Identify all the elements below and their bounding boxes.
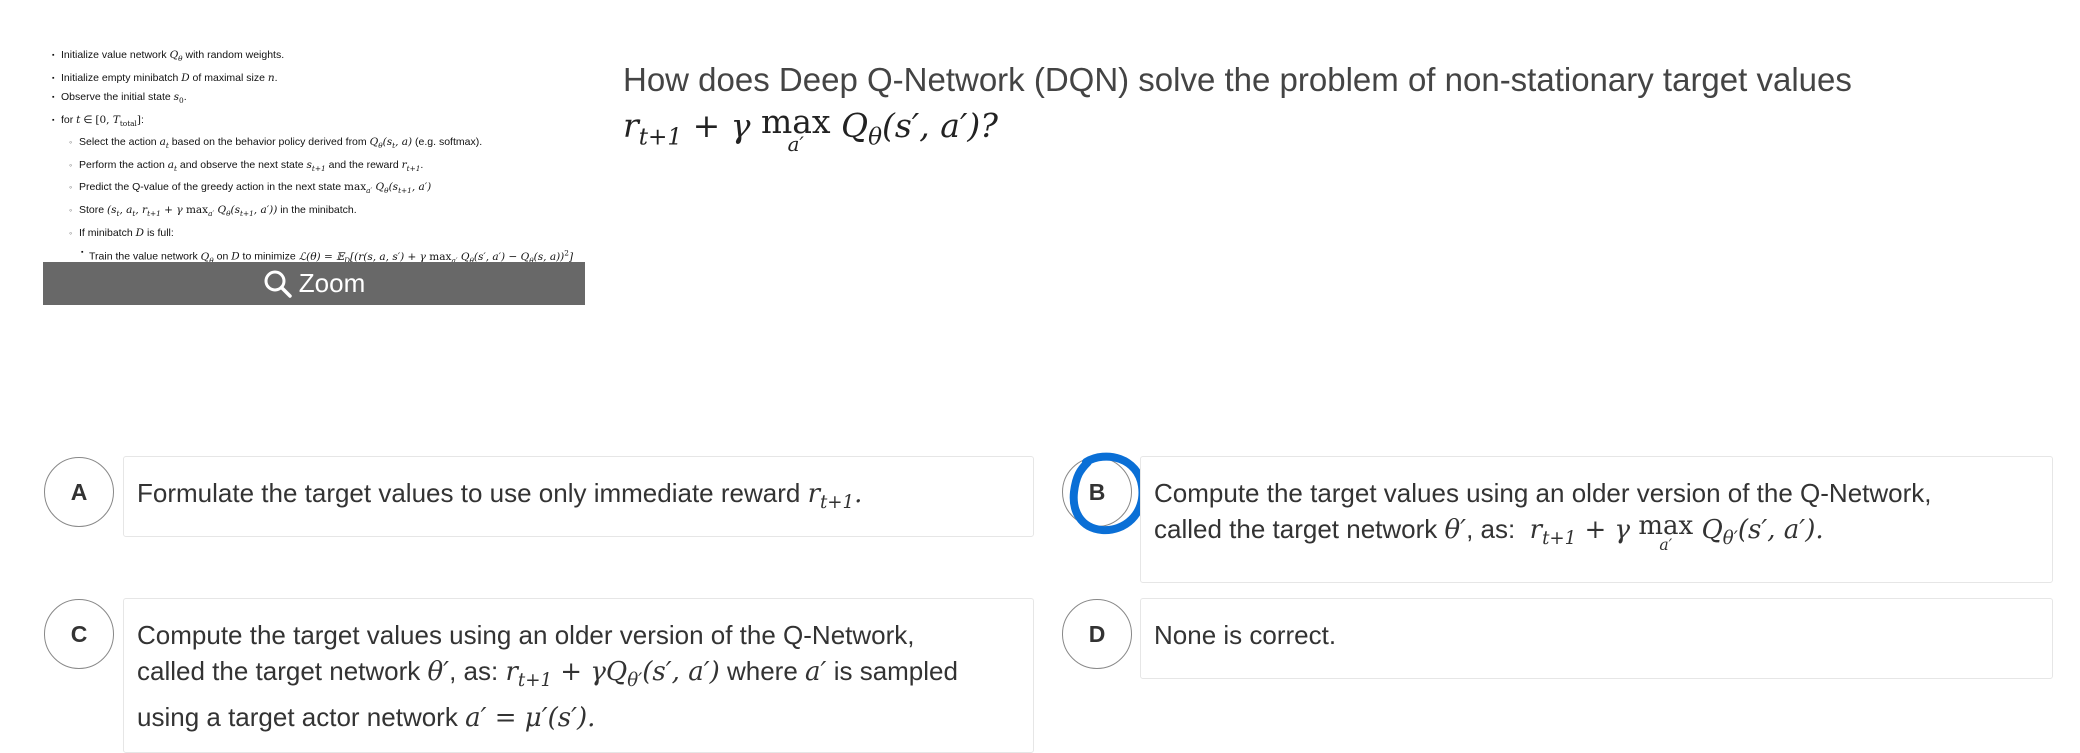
option-text: where xyxy=(726,656,798,686)
option-letter: B xyxy=(1088,478,1106,505)
algorithm-line: If minibatch D is full: xyxy=(51,224,585,244)
option-text: Compute the target values using an older… xyxy=(1154,478,1932,508)
option-formula: rt+1 + γ max a′ Qθ′(s′, a′). xyxy=(1529,511,1824,554)
search-icon xyxy=(264,270,292,298)
algorithm-line: Select the action at based on the behavi… xyxy=(51,133,585,156)
question: How does Deep Q-Network (DQN) solve the … xyxy=(623,58,2023,160)
option-c-text[interactable]: Compute the target values using an older… xyxy=(123,598,1034,753)
option-formula: rt+1 + γQθ′(s′, a′) xyxy=(505,657,720,692)
option-text: Formulate the target values to use only … xyxy=(137,478,801,508)
option-symbol: θ′ xyxy=(427,657,450,687)
option-text: , as: xyxy=(1466,514,1516,544)
option-symbol: a′ xyxy=(805,657,827,687)
option-formula: rt+1. xyxy=(807,479,863,514)
option-text: , as: xyxy=(449,656,499,686)
option-d-button[interactable]: D xyxy=(1062,599,1132,669)
option-symbol: θ′ xyxy=(1444,515,1467,545)
option-letter: A xyxy=(70,478,88,505)
algorithm-line: Store (st, at, rt+1 + γ maxa′ Qθ(st+1, a… xyxy=(51,201,585,224)
zoom-button[interactable]: Zoom xyxy=(43,262,585,305)
algorithm-line: Predict the Q-value of the greedy action… xyxy=(51,178,585,201)
zoom-label: Zoom xyxy=(298,268,366,298)
option-a-text[interactable]: Formulate the target values to use only … xyxy=(123,456,1034,537)
option-text: called the target network xyxy=(1154,514,1438,544)
algorithm-line: for t ∈ [0, Ttotal]: xyxy=(51,111,585,134)
option-text: None is correct. xyxy=(1154,620,1337,650)
option-text: Compute the target values using an older… xyxy=(137,620,915,650)
option-text: called the target network xyxy=(137,656,421,686)
question-image[interactable]: Initialize value network Qθ with random … xyxy=(43,40,585,305)
option-a-button[interactable]: A xyxy=(44,457,114,527)
algorithm-line: Initialize value network Qθ with random … xyxy=(51,46,585,69)
option-d-text[interactable]: None is correct. xyxy=(1140,598,2053,679)
option-text: using a target actor network xyxy=(137,702,458,733)
option-letter: D xyxy=(1088,620,1106,647)
option-b-text[interactable]: Compute the target values using an older… xyxy=(1140,456,2053,583)
algorithm-line: Initialize empty minibatch D of maximal … xyxy=(51,69,585,89)
algorithm-line: Perform the action at and observe the ne… xyxy=(51,156,585,179)
option-b-button[interactable]: B xyxy=(1062,457,1132,527)
option-c-button[interactable]: C xyxy=(44,599,114,669)
question-formula: rt+1 + γ max a′ Qθ(s′, a′)? xyxy=(623,102,998,156)
algorithm-line: Observe the initial state s0. xyxy=(51,88,585,111)
question-text: How does Deep Q-Network (DQN) solve the … xyxy=(623,61,1852,98)
option-formula: a′ = μ′(s′). xyxy=(465,703,596,734)
algorithm-text: Initialize value network Qθ with random … xyxy=(51,46,585,290)
option-text: is sampled xyxy=(833,656,958,686)
option-letter: C xyxy=(70,620,88,647)
